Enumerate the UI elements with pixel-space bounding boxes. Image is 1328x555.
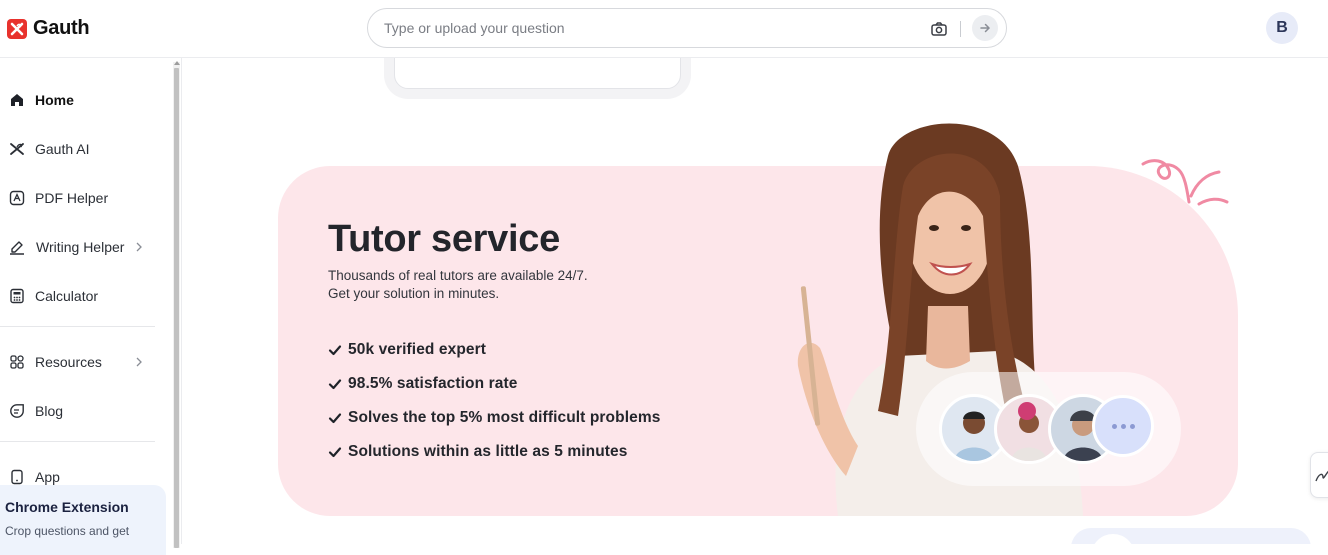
feature-text: 50k verified expert (348, 341, 487, 358)
chrome-extension-card[interactable]: Chrome Extension Crop questions and get (0, 485, 166, 555)
chrome-extension-subtitle: Crop questions and get (5, 524, 130, 538)
main-content: Tutor service Thousands of real tutors a… (183, 58, 1328, 544)
sidebar-item-label: Calculator (35, 288, 99, 304)
sidebar: Home Gauth AI PDF Helper Writing Helper … (0, 58, 182, 555)
sidebar-item-calculator[interactable]: Calculator (0, 278, 160, 314)
previous-card (394, 58, 681, 89)
feature-text: Solves the top 5% most difficult problem… (348, 409, 661, 426)
banner-subtitle: Thousands of real tutors are available 2… (328, 267, 668, 303)
phone-icon (9, 469, 25, 485)
blog-icon (9, 403, 25, 419)
submit-button[interactable] (972, 15, 998, 41)
gauth-ai-icon (9, 141, 25, 157)
sidebar-item-blog[interactable]: Blog (0, 393, 160, 429)
feature-item: Solves the top 5% most difficult problem… (328, 408, 660, 428)
sidebar-item-writing-helper[interactable]: Writing Helper (0, 229, 160, 265)
sidebar-divider (0, 441, 155, 442)
scribble-tool-icon (1315, 470, 1328, 482)
feature-item: 98.5% satisfaction rate (328, 374, 517, 394)
banner-title: Tutor service (328, 218, 560, 260)
camera-icon[interactable] (930, 20, 948, 38)
feature-item: Solutions within as little as 5 minutes (328, 442, 628, 462)
pdf-icon (9, 190, 25, 206)
sidebar-item-label: Home (35, 92, 74, 108)
chevron-right-icon (134, 240, 144, 254)
floating-side-tab[interactable] (1310, 452, 1328, 498)
check-icon (328, 447, 342, 458)
sidebar-scrollbar-thumb[interactable] (174, 68, 179, 548)
sidebar-divider (0, 326, 155, 327)
arrow-right-icon (980, 23, 991, 33)
calculator-icon (9, 288, 25, 304)
chevron-right-icon (134, 355, 144, 369)
user-avatar[interactable]: B (1266, 12, 1298, 44)
gauth-logo-icon (7, 18, 27, 39)
sidebar-item-label: App (35, 469, 60, 485)
grid-icon (9, 354, 25, 370)
more-tutors-icon[interactable] (1092, 395, 1154, 457)
search-input[interactable] (384, 18, 904, 38)
check-icon (328, 413, 342, 424)
top-header: Gauth B (0, 0, 1328, 58)
pen-icon (9, 239, 25, 255)
feature-text: Solutions within as little as 5 minutes (348, 443, 628, 460)
sidebar-item-label: PDF Helper (35, 190, 109, 206)
search-bar (367, 8, 1007, 48)
check-icon (328, 345, 342, 356)
search-divider (960, 21, 961, 37)
sidebar-item-pdf-helper[interactable]: PDF Helper (0, 180, 160, 216)
sidebar-item-label: Gauth AI (35, 141, 90, 157)
sidebar-item-home[interactable]: Home (0, 82, 160, 118)
chrome-extension-title: Chrome Extension (5, 499, 129, 515)
decorative-squiggle-icon (1141, 159, 1229, 206)
logo-text: Gauth (33, 17, 90, 39)
feature-item: 50k verified expert (328, 340, 486, 360)
sidebar-item-label: Blog (35, 403, 64, 419)
sidebar-item-resources[interactable]: Resources (0, 344, 160, 380)
sidebar-item-gauth-ai[interactable]: Gauth AI (0, 131, 160, 167)
feature-text: 98.5% satisfaction rate (348, 375, 518, 392)
scroll-up-arrow-icon[interactable] (174, 61, 180, 65)
check-icon (328, 379, 342, 390)
sidebar-item-label: Resources (35, 354, 102, 370)
gauth-logo[interactable]: Gauth (7, 17, 90, 40)
sidebar-item-label: Writing Helper (36, 239, 125, 255)
banner-subtitle-line: Thousands of real tutors are available 2… (328, 268, 588, 283)
home-icon (9, 92, 25, 108)
banner-subtitle-line: Get your solution in minutes. (328, 286, 500, 301)
